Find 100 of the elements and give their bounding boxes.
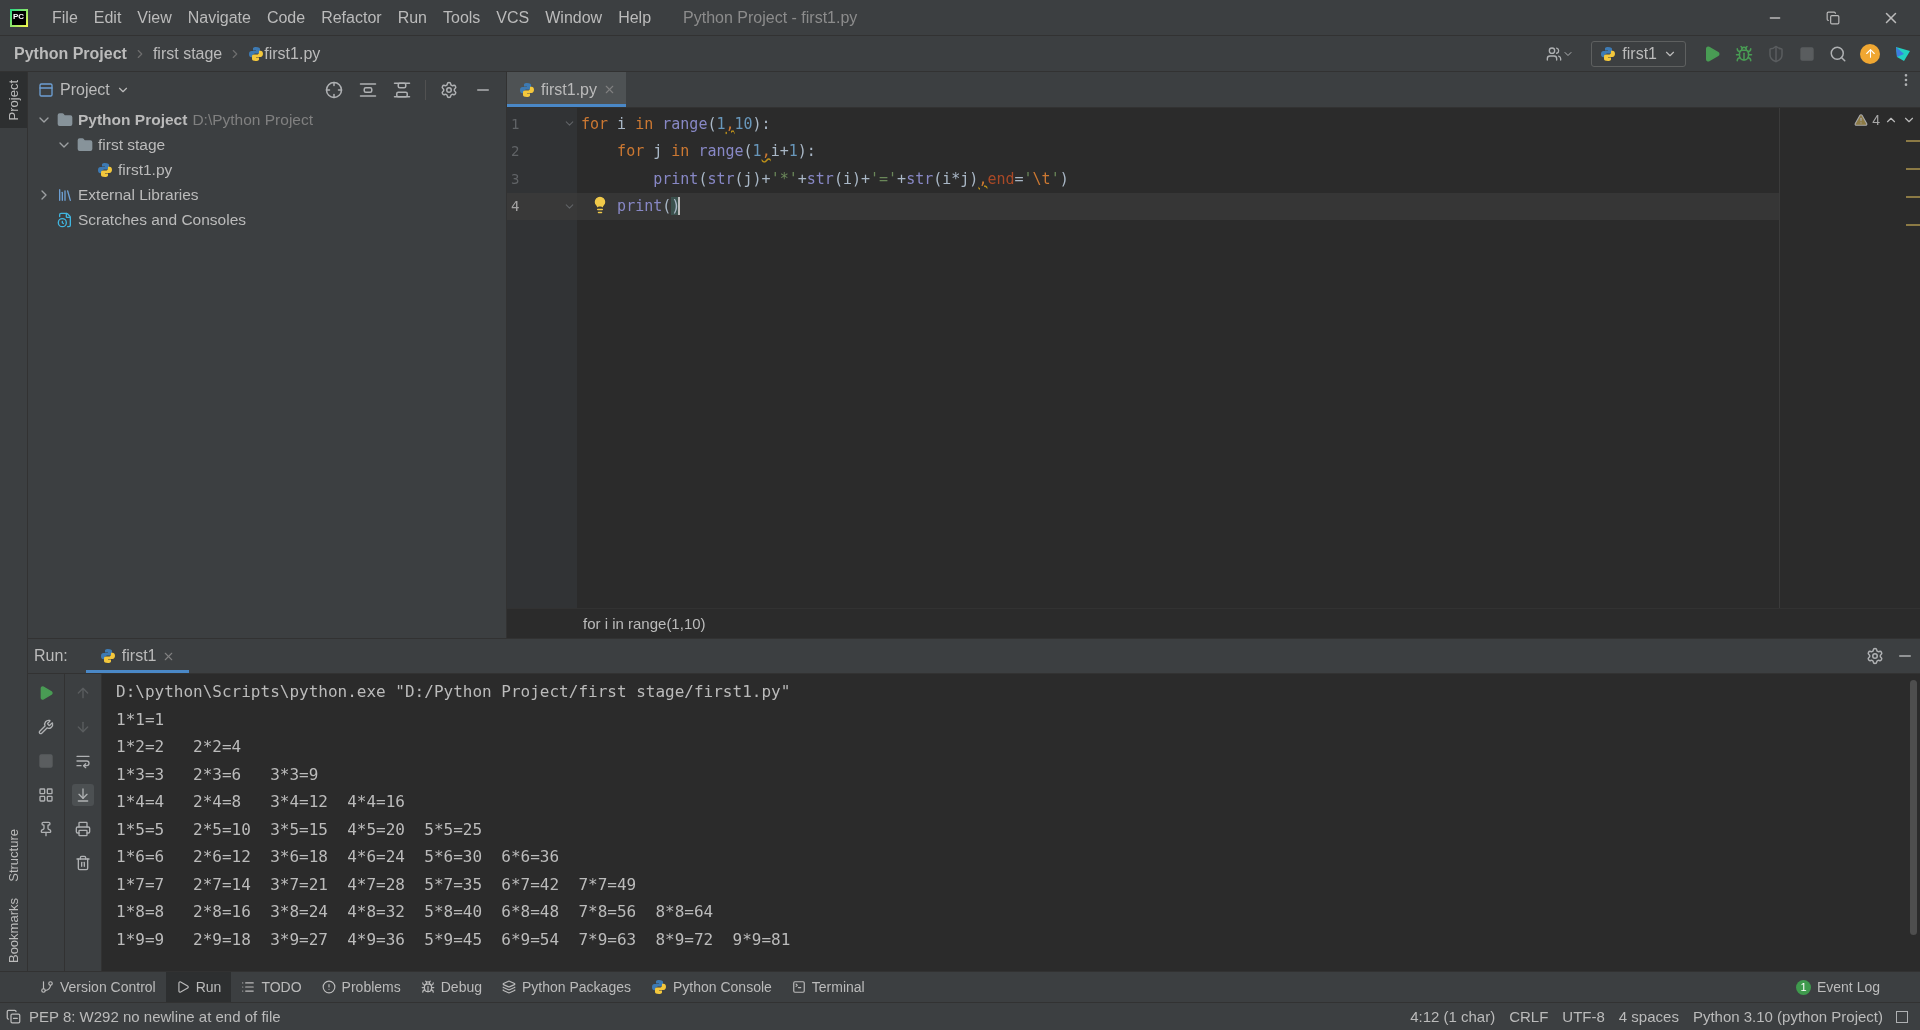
update-icon[interactable] xyxy=(1860,43,1880,64)
menu-item[interactable]: Edit xyxy=(85,8,130,27)
console-line: 1*9=9 2*9=18 3*9=27 4*9=36 5*9=45 6*9=54 7*9=63 8*9=72 9*9=81 xyxy=(116,928,792,951)
expand-all-icon[interactable] xyxy=(359,80,377,99)
panel-title: Run: xyxy=(34,647,68,665)
menu-item[interactable]: Tools xyxy=(435,8,489,27)
warning-icon xyxy=(1854,113,1869,127)
scrollbar-thumb[interactable] xyxy=(1909,680,1917,935)
menu-item[interactable]: Code xyxy=(258,8,314,27)
code-line: print(str(j)+'*'+str(i)+'='+str(i*j),end='\t') xyxy=(652,169,1069,188)
tree-item[interactable]: External Libraries xyxy=(78,185,199,204)
debug-icon[interactable] xyxy=(1735,44,1753,63)
alert-icon xyxy=(321,980,336,994)
status-item[interactable]: 4:12 (1 char) xyxy=(1403,1008,1503,1025)
app-logo: PC xyxy=(10,8,28,27)
layers-icon xyxy=(502,980,516,994)
warning-count[interactable]: 4 xyxy=(1872,112,1880,128)
project-view-selector[interactable]: Project xyxy=(38,80,130,99)
folder-icon xyxy=(57,111,73,128)
breadcrumb[interactable]: Python Project xyxy=(14,44,127,63)
tree-item[interactable]: Python Project xyxy=(78,110,188,129)
python-file-icon xyxy=(97,161,113,178)
panel-toggle-icon[interactable] xyxy=(6,1009,21,1024)
console-line: 1*4=4 2*4=8 3*4=12 4*4=16 xyxy=(116,791,406,813)
soft-wrap-icon[interactable] xyxy=(75,753,91,769)
menu-item[interactable]: Help xyxy=(610,8,660,27)
settings-icon[interactable] xyxy=(1866,647,1884,665)
crosshair-icon[interactable] xyxy=(325,80,343,99)
tool-window-tab[interactable]: Structure xyxy=(0,821,27,890)
console-line: 1*1=1 xyxy=(116,708,166,731)
warning-marker[interactable] xyxy=(1906,168,1920,170)
users-icon[interactable] xyxy=(1546,45,1563,62)
run-icon[interactable] xyxy=(1703,44,1721,63)
scroll-to-end-icon[interactable] xyxy=(75,787,91,803)
warning-marker[interactable] xyxy=(1906,196,1920,198)
tree-item[interactable]: Scratches and Consoles xyxy=(78,210,246,229)
python-icon xyxy=(1600,45,1617,62)
run-configuration-selector[interactable]: first1 xyxy=(1591,40,1686,67)
event-log-button[interactable]: 1 Event Log xyxy=(1785,972,1920,1002)
play-icon xyxy=(175,980,190,994)
notification-badge: 1 xyxy=(1795,979,1811,995)
python-icon xyxy=(99,648,116,664)
print-icon[interactable] xyxy=(75,821,91,837)
tree-item[interactable]: first stage xyxy=(98,135,166,154)
python-file-icon xyxy=(519,81,535,98)
library-icon xyxy=(57,186,73,203)
list-icon xyxy=(241,980,256,994)
console-line: 1*6=6 2*6=12 3*6=18 4*6=24 5*6=30 6*6=36 xyxy=(116,846,561,868)
settings-icon[interactable] xyxy=(440,80,458,99)
tool-window-tab[interactable]: TODO xyxy=(231,972,312,1002)
menu-item[interactable]: View xyxy=(129,8,180,27)
code-breadcrumb[interactable]: for i in range(1,10) xyxy=(583,615,706,632)
tool-window-tab[interactable]: Python Console xyxy=(641,972,782,1002)
menu-item[interactable]: Run xyxy=(389,8,435,27)
menu-item[interactable]: File xyxy=(44,8,86,27)
layout-icon[interactable] xyxy=(38,787,54,803)
code-line: for i in range(1,10): xyxy=(581,114,771,133)
code-line: print() xyxy=(616,197,681,216)
console-line: D:\python\Scripts\python.exe "D:/Python Project/first stage/first1.py" xyxy=(116,681,792,703)
console-line: 1*2=2 2*2=4 xyxy=(116,736,243,758)
bug-icon xyxy=(420,980,435,994)
tree-item[interactable]: first1.py xyxy=(118,160,173,179)
toolbox-icon[interactable] xyxy=(1894,44,1912,63)
line-number: 4 xyxy=(510,198,521,215)
restore-icon[interactable] xyxy=(1826,10,1840,25)
tool-window-tab[interactable]: Terminal xyxy=(781,972,875,1002)
console-line: 1*8=8 2*8=16 3*8=24 4*8=32 5*8=40 6*8=48 7*8=56 8*8=64 xyxy=(116,901,715,923)
code-line: for j in range(1,i+1): xyxy=(616,142,816,161)
trash-icon[interactable] xyxy=(75,855,91,871)
tool-window-tab[interactable]: Python Packages xyxy=(492,972,641,1002)
menu-item[interactable]: VCS xyxy=(488,8,538,27)
tool-window-tab[interactable]: Problems xyxy=(311,972,411,1002)
editor-tab[interactable]: first1.py xyxy=(507,72,626,107)
menu-item[interactable]: Refactor xyxy=(313,8,390,27)
branch-icon xyxy=(40,980,54,994)
status-item[interactable]: UTF-8 xyxy=(1555,1008,1612,1025)
menu-item[interactable]: Window xyxy=(537,8,611,27)
search-icon[interactable] xyxy=(1829,44,1847,63)
status-item[interactable]: 4 spaces xyxy=(1611,1008,1686,1025)
breadcrumb[interactable]: first1.py xyxy=(264,44,321,63)
status-item[interactable]: CRLF xyxy=(1502,1008,1556,1025)
warning-marker[interactable] xyxy=(1906,140,1920,142)
warning-marker[interactable] xyxy=(1906,224,1920,226)
tool-window-tab[interactable]: Run xyxy=(165,972,232,1002)
status-item[interactable]: Python 3.10 (python Project) xyxy=(1685,1008,1890,1025)
tool-window-tab[interactable]: Bookmarks xyxy=(0,889,27,971)
console-line: 1*5=5 2*5=10 3*5=15 4*5=20 5*5=25 xyxy=(116,818,484,841)
python-icon xyxy=(651,979,667,995)
breadcrumb[interactable]: first stage xyxy=(152,44,223,63)
console-line: 1*7=7 2*7=14 3*7=21 4*7=28 5*7=35 6*7=42 7*7=49 xyxy=(116,873,638,896)
menu-item[interactable]: Navigate xyxy=(179,8,259,27)
rerun-icon[interactable] xyxy=(38,685,54,701)
wrench-icon[interactable] xyxy=(38,719,54,735)
tool-window-tab[interactable]: Debug xyxy=(410,972,492,1002)
tool-window-tab[interactable]: Project xyxy=(0,72,27,129)
status-message: PEP 8: W292 no newline at end of file xyxy=(29,1008,281,1025)
process-tab[interactable]: first1 xyxy=(85,639,190,673)
collapse-all-icon[interactable] xyxy=(393,80,411,99)
pin-icon[interactable] xyxy=(38,821,54,837)
tool-window-tab[interactable]: Version Control xyxy=(30,972,166,1002)
